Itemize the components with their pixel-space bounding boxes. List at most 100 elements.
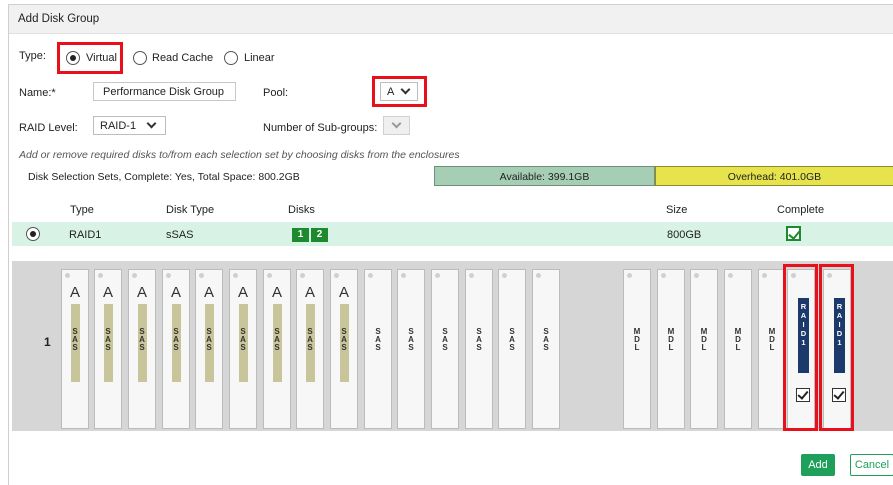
led-indicator-icon	[728, 273, 733, 278]
type-option-virtual[interactable]: Virtual	[86, 52, 117, 64]
col-header-disk-type: Disk Type	[166, 204, 215, 216]
led-indicator-icon	[469, 273, 474, 278]
radio-read-cache[interactable]	[133, 51, 147, 65]
slot-disk-type-label: SAS	[509, 327, 515, 352]
subgroups-label: Number of Sub-groups:	[263, 122, 378, 134]
col-header-disks: Disks	[288, 204, 315, 216]
slot-disk-type-label: SAS	[408, 327, 414, 352]
slot-disk-type-label: SAS	[240, 327, 246, 352]
disk-slot[interactable]: A SAS	[296, 269, 324, 429]
complete-check-icon	[786, 226, 801, 241]
slot-disk-type-label: MDL	[633, 327, 641, 352]
name-label: Name:*	[19, 87, 56, 99]
selection-summary: Disk Selection Sets, Complete: Yes, Tota…	[28, 171, 300, 183]
led-indicator-icon	[199, 273, 204, 278]
disk-slot[interactable]: SAS	[532, 269, 560, 429]
led-indicator-icon	[166, 273, 171, 278]
led-indicator-icon	[334, 273, 339, 278]
led-indicator-icon	[368, 273, 373, 278]
led-indicator-icon	[300, 273, 305, 278]
disk-slot[interactable]: SAS	[431, 269, 459, 429]
disk-slot[interactable]: A SAS	[61, 269, 89, 429]
chevron-down-icon	[400, 84, 411, 95]
led-indicator-icon	[694, 273, 699, 278]
row-type: RAID1	[69, 229, 102, 241]
table-row[interactable]	[12, 222, 893, 246]
disk-slot[interactable]: A SAS	[263, 269, 291, 429]
add-button[interactable]: Add	[801, 454, 835, 476]
type-option-read-cache[interactable]: Read Cache	[152, 52, 213, 64]
slot-disk-type-label: MDL	[734, 327, 742, 352]
available-text: Available: 399.1GB	[499, 171, 590, 183]
radio-linear[interactable]	[224, 51, 238, 65]
disk-slot[interactable]: MDL	[724, 269, 752, 429]
raid-level-value: RAID-1	[100, 120, 137, 132]
led-indicator-icon	[65, 273, 70, 278]
led-indicator-icon	[233, 273, 238, 278]
slot-disk-type-label: SAS	[274, 327, 280, 352]
cancel-button[interactable]: Cancel	[850, 454, 893, 476]
slot-disk-type-label: SAS	[341, 327, 347, 352]
led-indicator-icon	[435, 273, 440, 278]
chevron-down-icon	[146, 118, 157, 129]
dialog-title: Add Disk Group	[18, 13, 100, 25]
slot-pool-letter: A	[237, 284, 248, 301]
disk-slot[interactable]: SAS	[498, 269, 526, 429]
add-disk-group-dialog: Add Disk Group Type: Virtual Read Cache …	[8, 4, 893, 485]
row-size: 800GB	[667, 229, 702, 241]
col-header-complete: Complete	[777, 204, 825, 216]
slot-disk-type-label: MDL	[667, 327, 675, 352]
slot-pool-letter: A	[203, 284, 214, 301]
pool-label: Pool:	[263, 87, 289, 99]
radio-virtual[interactable]	[66, 51, 80, 65]
led-indicator-icon	[132, 273, 137, 278]
slot-pool-letter: A	[136, 284, 147, 301]
led-indicator-icon	[401, 273, 406, 278]
dialog-titlebar: Add Disk Group	[9, 5, 893, 34]
disk-slot[interactable]: A SAS	[162, 269, 190, 429]
available-bar: Available: 399.1GB	[434, 166, 655, 186]
led-indicator-icon	[98, 273, 103, 278]
pool-value: A	[387, 86, 395, 98]
overhead-text: Overhead: 401.0GB	[727, 171, 822, 183]
disk-slot[interactable]: SAS	[364, 269, 392, 429]
slot-disk-type-label: SAS	[105, 327, 111, 352]
highlight-slot-1	[783, 264, 818, 431]
slot-disk-type-label: SAS	[543, 327, 549, 352]
disk-slot[interactable]: A SAS	[128, 269, 156, 429]
disk-slot[interactable]: SAS	[397, 269, 425, 429]
led-indicator-icon	[267, 273, 272, 278]
slot-disk-type-label: SAS	[442, 327, 448, 352]
overhead-bar: Overhead: 401.0GB	[655, 166, 893, 186]
row-select-radio[interactable]	[26, 227, 40, 241]
col-header-size: Size	[666, 204, 688, 216]
disk-slot[interactable]: A SAS	[330, 269, 358, 429]
col-header-type: Type	[70, 204, 94, 216]
led-indicator-icon	[502, 273, 507, 278]
disk-slot[interactable]: MDL	[690, 269, 718, 429]
disk-badge-1: 1	[292, 228, 309, 242]
disk-slot[interactable]: A SAS	[229, 269, 257, 429]
type-option-linear[interactable]: Linear	[244, 52, 275, 64]
slot-disk-type-label: SAS	[139, 327, 145, 352]
slot-disk-type-label: MDL	[700, 327, 708, 352]
name-field[interactable]: Performance Disk Group	[93, 82, 236, 101]
slot-disk-type-label: SAS	[72, 327, 78, 352]
led-indicator-icon	[627, 273, 632, 278]
raid-level-select[interactable]: RAID-1	[93, 116, 166, 135]
slot-pool-letter: A	[338, 284, 349, 301]
disk-slot[interactable]: A SAS	[94, 269, 122, 429]
disk-slot[interactable]: MDL	[758, 269, 786, 429]
type-label: Type:	[19, 50, 46, 62]
led-indicator-icon	[536, 273, 541, 278]
led-indicator-icon	[762, 273, 767, 278]
subgroups-select[interactable]	[383, 116, 410, 135]
pool-select[interactable]: A	[380, 82, 418, 101]
disk-slot[interactable]: SAS	[465, 269, 493, 429]
slot-pool-letter: A	[271, 284, 282, 301]
disk-slot[interactable]: MDL	[623, 269, 651, 429]
disk-slot[interactable]: MDL	[657, 269, 685, 429]
slot-pool-letter: A	[69, 284, 80, 301]
instruction-hint: Add or remove required disks to/from eac…	[19, 149, 460, 161]
disk-slot[interactable]: A SAS	[195, 269, 223, 429]
